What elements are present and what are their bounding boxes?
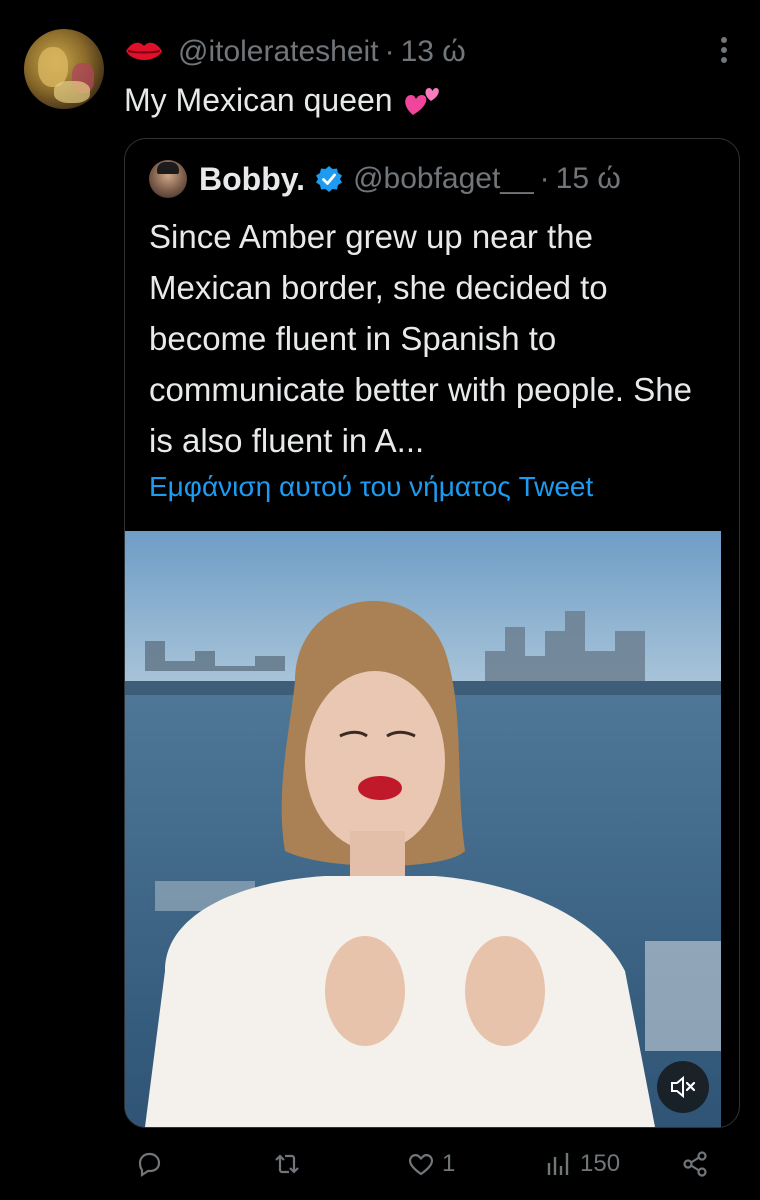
muted-speaker-icon [671,1075,696,1099]
separator-dot: · [384,35,395,68]
tweet-text-content: My Mexican queen [124,82,393,118]
video-player[interactable] [125,531,721,1127]
tweet-text: My Mexican queen [124,82,441,119]
reply-icon [138,1152,161,1178]
quoted-author-avatar[interactable] [149,160,187,198]
show-thread-link[interactable]: Εμφάνιση αυτού του νήματος Tweet [149,471,593,503]
two-hearts-icon [404,87,439,115]
author-avatar[interactable] [24,29,104,109]
quoted-tweet-header: Bobby. @bobfaget__ · 15 ώ [149,159,621,199]
views-icon [547,1153,569,1175]
quoted-tweet-text: Since Amber grew up near the Mexican bor… [149,218,692,459]
separator-dot: · [539,162,550,195]
like-count: 1 [442,1150,456,1177]
verified-badge-icon [316,166,343,192]
like-button[interactable]: 1 [406,1140,455,1188]
tweet-timestamp[interactable]: 13 ώ [401,35,466,69]
views-count: 150 [580,1150,621,1177]
tweet-actions-bar: 1 150 [124,1140,740,1190]
author-handle[interactable]: @itoleratesheit [178,35,379,69]
share-icon [683,1151,707,1177]
reply-button[interactable] [134,1140,170,1188]
like-icon [409,1154,433,1176]
tweet-header: @itoleratesheit · 13 ώ [124,32,466,72]
quoted-author-handle[interactable]: @bobfaget__ [353,162,534,196]
more-vertical-icon[interactable] [706,32,742,68]
retweet-icon [275,1154,299,1174]
video-frame [125,531,721,1127]
quoted-tweet-card[interactable]: Bobby. @bobfaget__ · 15 ώ Since Amber gr… [124,138,740,1128]
views-button[interactable]: 150 [544,1140,620,1188]
quoted-tweet-timestamp[interactable]: 15 ώ [556,162,621,196]
mute-toggle-button[interactable] [657,1061,709,1113]
lips-icon [126,42,162,60]
retweet-button[interactable] [272,1140,308,1188]
share-button[interactable] [680,1140,710,1188]
quoted-author-name[interactable]: Bobby. [199,161,305,198]
